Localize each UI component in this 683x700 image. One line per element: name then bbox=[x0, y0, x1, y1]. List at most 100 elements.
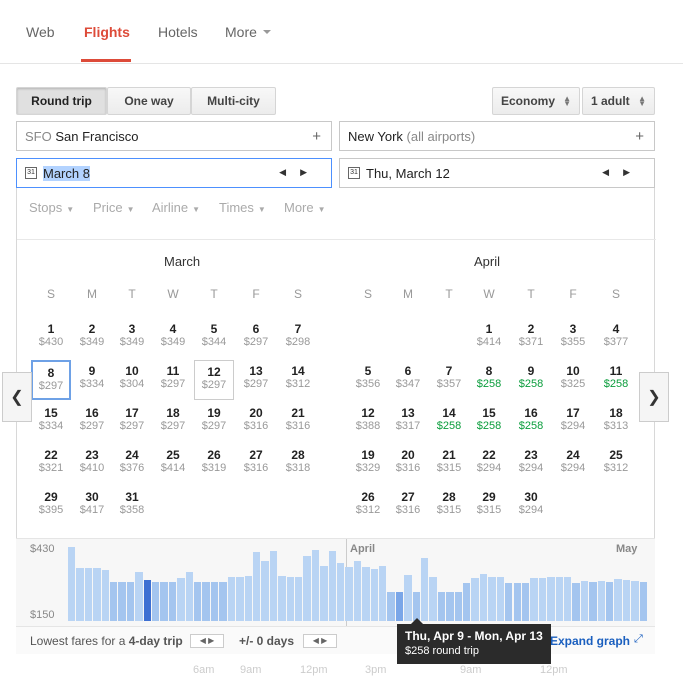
graph-bar[interactable] bbox=[362, 566, 370, 621]
graph-bar[interactable] bbox=[152, 582, 160, 621]
calendar-day[interactable]: 28 $315 bbox=[429, 486, 469, 526]
graph-bar[interactable] bbox=[437, 592, 446, 621]
calendar-day[interactable]: 22 $321 bbox=[31, 444, 71, 484]
calendar-day[interactable]: 30 $294 bbox=[511, 486, 551, 526]
calendar-day[interactable]: 7 $298 bbox=[278, 318, 318, 358]
calendar-day[interactable]: 13 $297 bbox=[236, 360, 276, 400]
date-prev-next-icon[interactable]: ◀▶ bbox=[279, 167, 321, 178]
graph-bar[interactable] bbox=[286, 577, 294, 621]
graph-bar[interactable] bbox=[622, 580, 631, 621]
graph-bar[interactable] bbox=[143, 580, 152, 621]
calendar-day[interactable]: 8 $258 bbox=[469, 360, 509, 400]
graph-bar[interactable] bbox=[555, 577, 563, 621]
filter-stops[interactable]: Stops ▼ bbox=[29, 200, 74, 215]
tab-flights[interactable]: Flights bbox=[84, 24, 130, 40]
calendar-day[interactable]: 21 $316 bbox=[278, 402, 318, 442]
calendar-day[interactable]: 1 $430 bbox=[31, 318, 71, 358]
graph-bar[interactable] bbox=[572, 582, 580, 621]
graph-bar[interactable] bbox=[505, 582, 513, 621]
multi-city-button[interactable]: Multi-city bbox=[191, 87, 276, 115]
tab-web[interactable]: Web bbox=[26, 24, 55, 40]
price-graph[interactable]: $430 $150 April May bbox=[16, 538, 655, 627]
graph-bar[interactable] bbox=[530, 578, 538, 621]
graph-bar[interactable] bbox=[429, 576, 437, 621]
calendar-day[interactable]: 17 $294 bbox=[553, 402, 593, 442]
calendar-day[interactable]: 31 $358 bbox=[112, 486, 152, 526]
calendar-day[interactable]: 16 $258 bbox=[511, 402, 551, 442]
date-prev-next-icon[interactable]: ◀▶ bbox=[602, 167, 644, 178]
expand-graph-link[interactable]: Expand graph bbox=[550, 634, 630, 648]
graph-bar[interactable] bbox=[252, 552, 261, 621]
calendar-day[interactable]: 8 $297 bbox=[31, 360, 71, 400]
filter-times[interactable]: Times ▼ bbox=[219, 200, 266, 215]
graph-bar[interactable] bbox=[135, 572, 143, 621]
graph-bar[interactable] bbox=[446, 592, 454, 621]
graph-bar[interactable] bbox=[219, 582, 227, 621]
graph-bar[interactable] bbox=[336, 562, 345, 621]
one-way-button[interactable]: One way bbox=[107, 87, 191, 115]
graph-bar[interactable] bbox=[387, 592, 395, 621]
calendar-day[interactable]: 25 $312 bbox=[596, 444, 636, 484]
calendar-day[interactable]: 11 $297 bbox=[153, 360, 193, 400]
graph-bar[interactable] bbox=[488, 577, 496, 621]
calendar-day[interactable]: 15 $258 bbox=[469, 402, 509, 442]
calendar-day[interactable]: 11 $258 bbox=[596, 360, 636, 400]
graph-bar[interactable] bbox=[126, 582, 135, 621]
calendar-day[interactable]: 20 $316 bbox=[388, 444, 428, 484]
calendar-day[interactable]: 29 $395 bbox=[31, 486, 71, 526]
calendar-day[interactable]: 10 $325 bbox=[553, 360, 593, 400]
graph-bar[interactable] bbox=[513, 582, 521, 621]
graph-bar[interactable] bbox=[605, 581, 614, 621]
graph-bar[interactable] bbox=[269, 551, 278, 621]
calendar-day[interactable]: 30 $417 bbox=[72, 486, 112, 526]
graph-bar[interactable] bbox=[631, 581, 639, 621]
graph-bar[interactable] bbox=[597, 580, 605, 621]
calendar-day[interactable]: 18 $313 bbox=[596, 402, 636, 442]
round-trip-button[interactable]: Round trip bbox=[16, 87, 107, 115]
calendar-day[interactable]: 2 $349 bbox=[72, 318, 112, 358]
graph-bar[interactable] bbox=[471, 577, 479, 621]
add-destination-icon[interactable]: + bbox=[635, 128, 644, 145]
next-month-button[interactable]: ❯ bbox=[639, 372, 669, 422]
graph-bar[interactable] bbox=[547, 577, 555, 621]
graph-bar[interactable] bbox=[118, 581, 126, 621]
graph-bar[interactable] bbox=[76, 568, 84, 621]
graph-bar[interactable] bbox=[168, 582, 177, 621]
graph-bar[interactable] bbox=[404, 574, 412, 621]
calendar-day[interactable]: 28 $318 bbox=[278, 444, 318, 484]
graph-bar[interactable] bbox=[454, 592, 463, 621]
calendar-day[interactable]: 24 $376 bbox=[112, 444, 152, 484]
graph-bar[interactable] bbox=[210, 582, 219, 621]
graph-bar[interactable] bbox=[379, 566, 387, 621]
graph-bar[interactable] bbox=[244, 575, 252, 621]
graph-bar[interactable] bbox=[345, 566, 353, 621]
calendar-day[interactable]: 29 $315 bbox=[469, 486, 509, 526]
calendar-day[interactable]: 27 $316 bbox=[236, 444, 276, 484]
graph-bar[interactable] bbox=[353, 561, 362, 621]
calendar-day[interactable]: 21 $315 bbox=[429, 444, 469, 484]
calendar-day[interactable]: 6 $297 bbox=[236, 318, 276, 358]
calendar-day[interactable]: 24 $294 bbox=[553, 444, 593, 484]
graph-bar[interactable] bbox=[110, 582, 118, 621]
depart-date-field[interactable]: 31 March 8 ◀▶ bbox=[16, 158, 332, 188]
flex-days-stepper[interactable]: ◀ ▶ bbox=[303, 634, 337, 648]
graph-bar[interactable] bbox=[614, 578, 622, 621]
tab-more[interactable]: More bbox=[225, 24, 257, 40]
graph-bar[interactable] bbox=[303, 556, 311, 621]
cabin-select[interactable]: Economy ▲ ▼ bbox=[492, 87, 580, 115]
calendar-day[interactable]: 5 $344 bbox=[194, 318, 234, 358]
graph-bar[interactable] bbox=[421, 558, 429, 621]
calendar-day[interactable]: 14 $312 bbox=[278, 360, 318, 400]
passengers-select[interactable]: 1 adult ▲ ▼ bbox=[582, 87, 655, 115]
calendar-day[interactable]: 4 $377 bbox=[596, 318, 636, 358]
origin-field[interactable]: SFO San Francisco + bbox=[16, 121, 332, 151]
graph-bar[interactable] bbox=[320, 566, 328, 621]
graph-bar[interactable] bbox=[278, 576, 286, 621]
filter-price[interactable]: Price ▼ bbox=[93, 200, 135, 215]
graph-bar[interactable] bbox=[563, 577, 572, 621]
calendar-day[interactable]: 26 $319 bbox=[194, 444, 234, 484]
calendar-day[interactable]: 18 $297 bbox=[153, 402, 193, 442]
add-origin-icon[interactable]: + bbox=[312, 128, 321, 145]
graph-bar[interactable] bbox=[84, 568, 93, 621]
filter-more[interactable]: More ▼ bbox=[284, 200, 326, 215]
